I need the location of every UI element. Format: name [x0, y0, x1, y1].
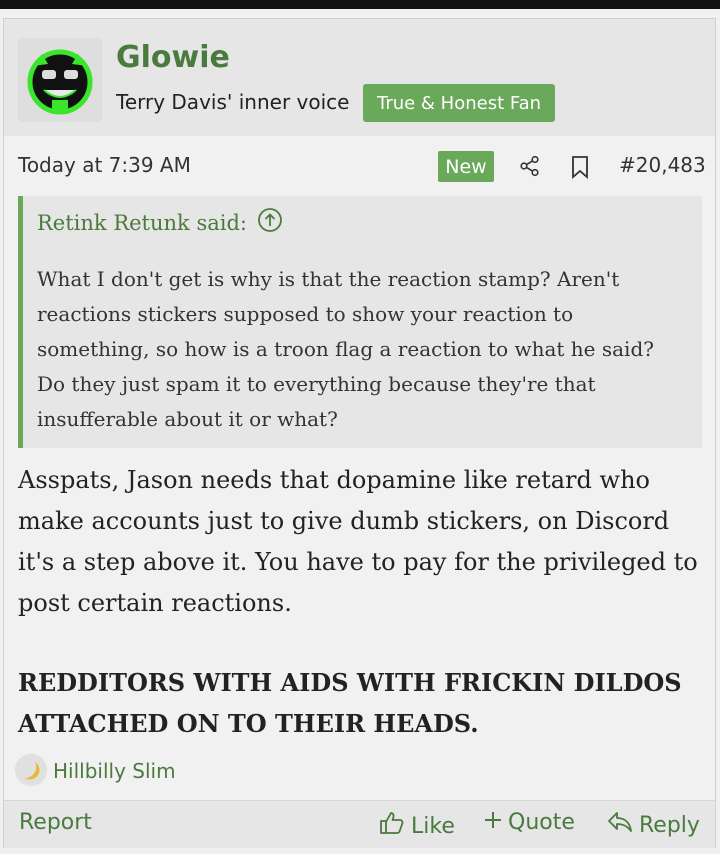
user-banner: True & Honest Fan [363, 84, 555, 122]
share-icon[interactable] [519, 155, 541, 181]
quote-attribution[interactable]: Retink Retunk said: [37, 207, 283, 238]
user-title: Terry Davis' inner voice [116, 90, 350, 114]
post-body-bold: REDDITORS WITH AIDS WITH FRICKIN DILDOS … [18, 668, 682, 738]
reply-button[interactable]: Reply [607, 810, 700, 840]
top-bar [0, 0, 720, 9]
report-label: Report [19, 810, 92, 835]
quote-author[interactable]: Retink Retunk said: [37, 211, 247, 235]
reaction-user[interactable]: Hillbilly Slim [53, 759, 176, 783]
thumbs-up-icon [379, 810, 405, 842]
user-header [4, 19, 715, 136]
username[interactable]: Glowie [116, 40, 230, 75]
bookmark-icon[interactable] [570, 155, 590, 183]
new-badge: New [438, 151, 494, 182]
reaction-avatar[interactable] [15, 754, 47, 786]
post-body: Asspats, Jason needs that dopamine like … [18, 466, 698, 617]
like-button[interactable]: Like [379, 810, 455, 842]
quote-button[interactable]: Quote [484, 810, 575, 835]
reply-arrow-icon [607, 810, 633, 840]
quote-label: Quote [508, 810, 575, 835]
circle-arrow-up-icon[interactable] [257, 207, 283, 238]
post-date[interactable]: Today at 7:39 AM [18, 153, 191, 177]
plus-icon [484, 810, 502, 835]
post-number[interactable]: #20,483 [619, 153, 706, 177]
report-button[interactable]: Report [19, 810, 92, 835]
quote-text: What I don't get is why is that the reac… [37, 267, 654, 431]
like-label: Like [411, 813, 455, 839]
reply-label: Reply [639, 812, 700, 838]
avatar[interactable] [18, 38, 102, 122]
